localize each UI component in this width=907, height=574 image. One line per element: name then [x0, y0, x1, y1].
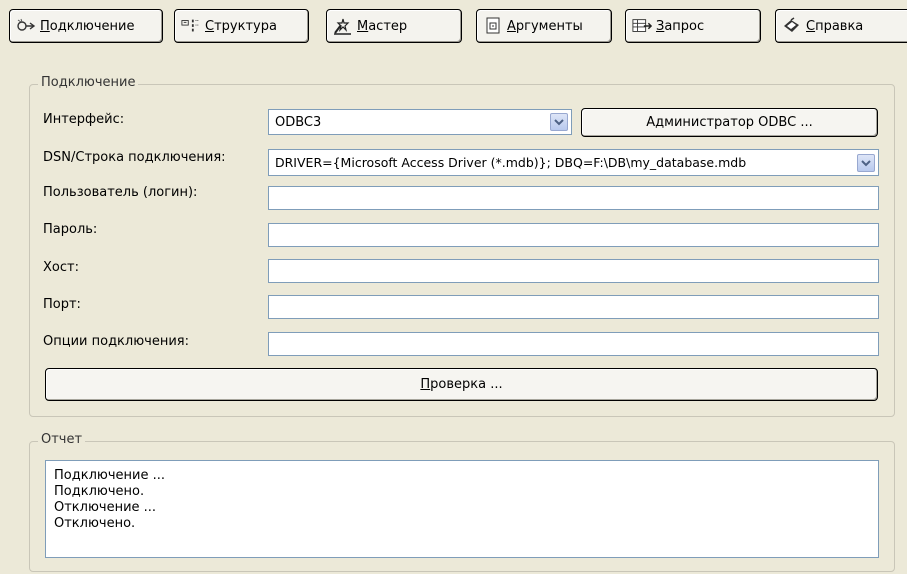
report-line: Отключение ... [54, 500, 157, 515]
chevron-down-icon[interactable] [550, 113, 568, 131]
interface-select-value: ODBC3 [275, 114, 322, 130]
options-field[interactable] [268, 332, 879, 356]
help-tab-label: Справка [806, 18, 864, 34]
report-log[interactable]: Подключение ... Подключено. Отключение .… [45, 460, 879, 558]
help-tab-button[interactable]: Справка [775, 9, 907, 43]
structure-tab-button[interactable]: Структура [174, 9, 309, 43]
odbc-admin-button[interactable]: Администратор ODBC ... [581, 108, 878, 137]
dsn-label: DSN/Строка подключения: [43, 150, 226, 165]
port-label: Порт: [43, 297, 81, 312]
connection-tab-label: Подключение [40, 18, 135, 34]
query-icon [632, 16, 652, 36]
wizard-tab-label: Мастер [357, 18, 408, 34]
report-line: Подключение ... [54, 468, 165, 483]
query-tab-label: Запрос [656, 18, 705, 34]
dsn-select[interactable]: DRIVER={Microsoft Access Driver (*.mdb)}… [268, 149, 879, 176]
password-label: Пароль: [43, 222, 98, 237]
wizard-tab-button[interactable]: Мастер [326, 9, 462, 43]
options-label: Опции подключения: [43, 334, 189, 349]
password-field[interactable] [268, 223, 879, 247]
structure-tab-label: Структура [205, 18, 277, 34]
query-tab-button[interactable]: Запрос [625, 9, 761, 43]
interface-label: Интерфейс: [43, 112, 125, 127]
host-field[interactable] [268, 259, 879, 283]
dsn-select-value: DRIVER={Microsoft Access Driver (*.mdb)}… [275, 155, 747, 170]
report-line: Подключено. [54, 484, 145, 499]
chevron-down-icon[interactable] [857, 153, 875, 172]
connection-group-title: Подключение [38, 75, 139, 90]
interface-select[interactable]: ODBC3 [268, 109, 572, 135]
test-connection-label: Проверка ... [420, 377, 503, 392]
report-line: Отключено. [54, 516, 136, 531]
port-field[interactable] [268, 295, 879, 319]
structure-icon [181, 16, 201, 36]
help-icon [782, 16, 802, 36]
wizard-icon [333, 16, 353, 36]
connection-tab-button[interactable]: Подключение [9, 9, 163, 43]
arguments-tab-label: Аргументы [507, 18, 583, 34]
test-connection-button[interactable]: Проверка ... [45, 368, 878, 401]
report-group-title: Отчет [38, 432, 86, 447]
host-label: Хост: [43, 260, 79, 275]
user-label: Пользователь (логин): [43, 185, 198, 200]
user-field[interactable] [268, 186, 879, 210]
arguments-tab-button[interactable]: Аргументы [476, 9, 612, 43]
connect-icon [16, 16, 36, 36]
arguments-icon [483, 16, 503, 36]
